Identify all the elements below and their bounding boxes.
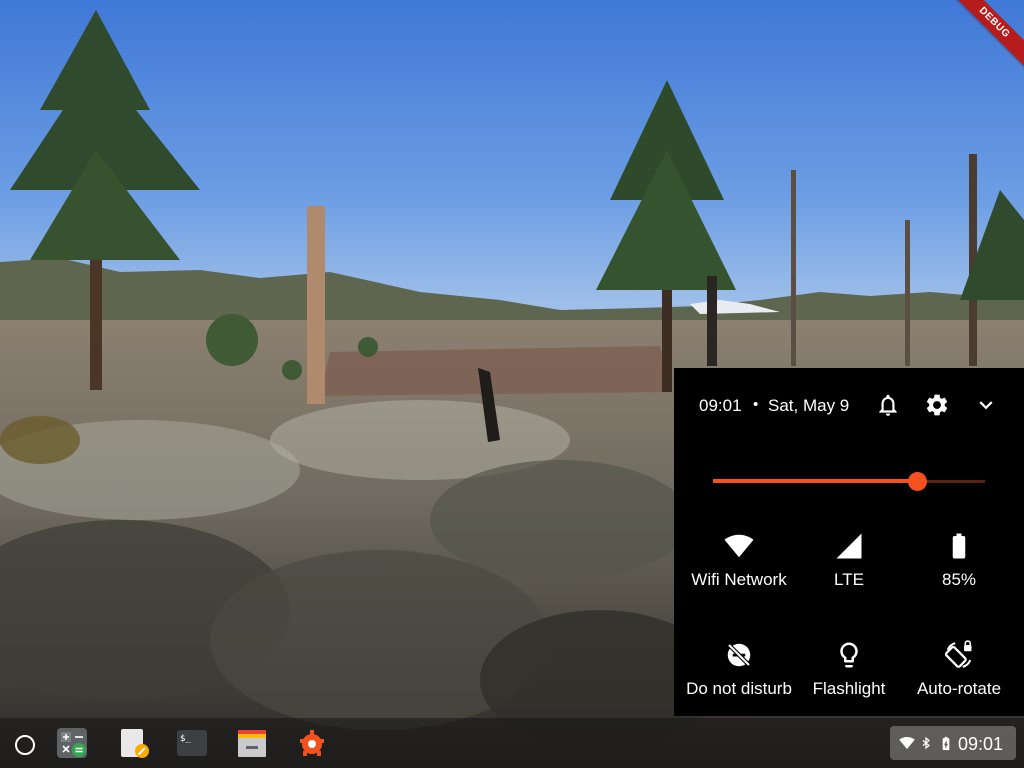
tile-do-not-disturb[interactable]: Do not disturb <box>684 640 794 698</box>
tile-auto-rotate[interactable]: Auto-rotate <box>904 640 1014 698</box>
tile-lte[interactable]: LTE <box>794 531 904 589</box>
tile-label: Do not disturb <box>686 679 792 698</box>
quick-settings-panel: 09:01 • Sat, May 9 Wifi Network LTE 85% <box>674 368 1024 716</box>
shelf-clock: 09:01 <box>958 734 1004 754</box>
calculator-icon[interactable] <box>56 727 88 759</box>
bell-icon[interactable] <box>875 392 901 418</box>
svg-text:$_: $_ <box>180 734 191 744</box>
tile-battery[interactable]: 85% <box>904 531 1014 589</box>
gear-icon[interactable] <box>924 392 950 418</box>
tile-wifi[interactable]: Wifi Network <box>684 531 794 589</box>
shelf: $_ 09:01 <box>0 718 1024 768</box>
files-icon[interactable] <box>236 727 268 759</box>
battery-icon <box>952 533 966 559</box>
quick-settings-header: 09:01 • Sat, May 9 <box>674 368 1024 442</box>
tile-label: Wifi Network <box>691 570 787 589</box>
slider-thumb[interactable] <box>908 472 927 491</box>
do-not-disturb-icon <box>727 643 751 667</box>
text-editor-icon[interactable] <box>118 727 150 759</box>
slider-fill <box>713 479 917 483</box>
auto-rotate-icon <box>944 640 972 668</box>
wifi-icon <box>899 737 915 749</box>
battery-charging-icon <box>942 736 950 751</box>
flashlight-icon <box>840 642 858 668</box>
terminal-icon[interactable]: $_ <box>176 727 208 759</box>
tile-flashlight[interactable]: Flashlight <box>794 640 904 698</box>
chevron-down-icon[interactable] <box>973 392 999 418</box>
tile-label: 85% <box>941 570 977 589</box>
panel-date: Sat, May 9 <box>768 396 850 415</box>
panel-time: 09:01 <box>699 396 742 415</box>
brightness-slider[interactable] <box>713 471 985 491</box>
launcher-button[interactable] <box>15 735 35 755</box>
settings-app-icon[interactable] <box>296 727 328 759</box>
tile-label: Flashlight <box>812 679 886 698</box>
tile-label: LTE <box>834 570 864 589</box>
bluetooth-icon <box>922 736 930 750</box>
wifi-icon <box>724 534 754 558</box>
time-date-separator: • <box>753 396 759 413</box>
status-area[interactable]: 09:01 <box>890 726 1016 760</box>
cell-signal-icon <box>836 533 862 559</box>
tile-label: Auto-rotate <box>916 679 1002 698</box>
